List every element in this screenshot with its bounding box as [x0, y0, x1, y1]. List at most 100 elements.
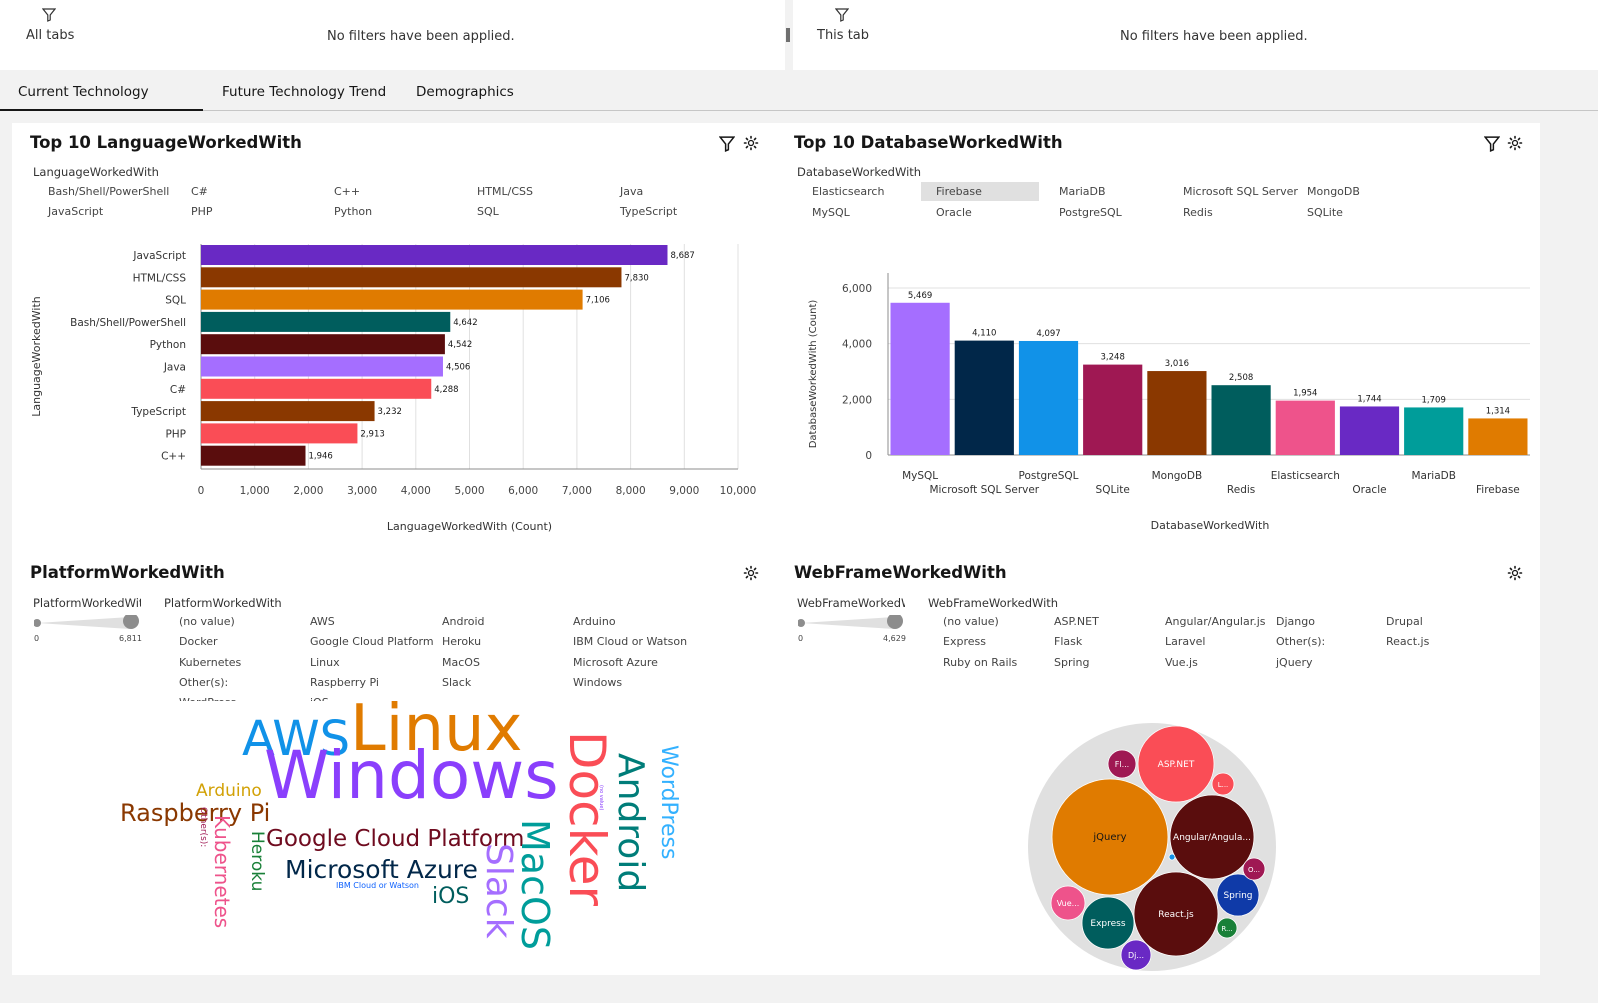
this-tab-filter-bar: This tab No filters have been applied. — [793, 0, 1598, 70]
bar[interactable] — [1211, 385, 1271, 455]
word-cloud-term[interactable]: Other(s): — [198, 807, 208, 847]
platform-legend-item[interactable]: Linux — [310, 656, 340, 669]
all-tabs-filter-bar: All tabs No filters have been applied. — [0, 0, 785, 70]
data-label: 3,248 — [1101, 353, 1125, 363]
slider-min-handle — [797, 619, 805, 627]
filter-icon[interactable] — [42, 8, 56, 22]
x-tick-label: MongoDB — [1152, 470, 1203, 482]
data-label: 4,110 — [972, 329, 996, 339]
bubble-label: O... — [1248, 866, 1260, 874]
bubble-label: L... — [1218, 781, 1229, 789]
bar[interactable] — [1147, 371, 1207, 455]
webframe-legend-item[interactable]: Angular/Angular.js — [1165, 615, 1266, 628]
filter-divider-handle[interactable] — [786, 28, 790, 42]
webframe-legend-item[interactable]: Flask — [1054, 635, 1082, 648]
database-legend-item[interactable]: Redis — [1183, 206, 1213, 219]
webframe-legend-item[interactable]: Laravel — [1165, 635, 1205, 648]
database-legend-item[interactable]: Oracle — [936, 206, 972, 219]
x-tick-label: Microsoft SQL Server — [929, 484, 1039, 496]
platform-legend-item[interactable]: (no value) — [179, 615, 235, 628]
data-label: 1,709 — [1422, 395, 1446, 405]
platform-legend-item[interactable]: Arduino — [573, 615, 616, 628]
platform-legend-item[interactable]: Heroku — [442, 635, 481, 648]
bar[interactable] — [1018, 340, 1079, 455]
filter-icon[interactable] — [1484, 136, 1500, 152]
word-cloud-term[interactable]: (no value) — [598, 785, 604, 810]
word-cloud-term[interactable]: Microsoft Azure — [285, 857, 478, 882]
platform-legend-item[interactable]: Other(s): — [179, 676, 228, 689]
webframe-legend-item[interactable]: ASP.NET — [1054, 615, 1099, 628]
platform-legend-item[interactable]: iOS — [310, 696, 329, 701]
database-legend-item[interactable]: Elasticsearch — [812, 185, 884, 198]
webframe-legend-item[interactable]: (no value) — [943, 615, 999, 628]
database-legend-item[interactable]: PostgreSQL — [1059, 206, 1122, 219]
platform-legend-item[interactable]: WordPress — [179, 696, 236, 701]
bar[interactable] — [1339, 406, 1400, 455]
platform-legend-item[interactable]: Raspberry Pi — [310, 676, 379, 689]
word-cloud-term[interactable]: MacOS — [513, 819, 557, 950]
database-legend-item[interactable]: MongoDB — [1307, 185, 1360, 198]
word-cloud-term[interactable]: Heroku — [247, 831, 267, 891]
platform-legend-item[interactable]: Windows — [573, 676, 622, 689]
word-cloud-term[interactable]: Slack — [478, 843, 519, 939]
platform-legend: (no value) AWS Android Arduino Docker Google … — [12, 123, 772, 701]
webframe-legend-item[interactable]: Django — [1276, 615, 1315, 628]
word-cloud-term[interactable]: Windows — [264, 743, 559, 809]
word-cloud-term[interactable]: WordPress — [656, 745, 681, 859]
database-legend-item[interactable]: MariaDB — [1059, 185, 1106, 198]
webframe-legend-item[interactable]: Ruby on Rails — [943, 656, 1017, 669]
y-tick-label: 4,000 — [842, 339, 872, 351]
database-widget-title: Top 10 DatabaseWorkedWith — [794, 133, 1063, 152]
all-tabs-label: All tabs — [26, 28, 75, 43]
platform-legend-item[interactable]: Android — [442, 615, 485, 628]
webframe-legend-item[interactable]: Other(s): — [1276, 635, 1325, 648]
filter-icon[interactable] — [835, 8, 849, 22]
platform-legend-item[interactable]: IBM Cloud or Watson — [573, 635, 687, 648]
bar[interactable] — [954, 340, 1014, 455]
database-legend-item[interactable]: SQLite — [1307, 206, 1343, 219]
bubble-label: Express — [1090, 919, 1125, 929]
word-cloud-term[interactable]: IBM Cloud or Watson — [336, 882, 419, 890]
bubble[interactable] — [1168, 853, 1176, 861]
this-tab-message: No filters have been applied. — [1120, 29, 1308, 44]
database-legend-item[interactable]: Firebase — [921, 182, 1039, 201]
platform-legend-item[interactable]: Docker — [179, 635, 218, 648]
webframe-legend-item[interactable]: Vue.js — [1165, 656, 1198, 669]
database-legend-item[interactable]: MySQL — [812, 206, 850, 219]
word-cloud-term[interactable]: Raspberry Pi — [120, 801, 270, 825]
word-cloud-term[interactable]: Docker — [558, 731, 616, 906]
settings-icon[interactable] — [1507, 565, 1523, 581]
platform-legend-item[interactable]: Kubernetes — [179, 656, 241, 669]
bar[interactable] — [890, 302, 950, 455]
platform-legend-item[interactable]: Slack — [442, 676, 471, 689]
word-cloud-term[interactable]: Kubernetes — [210, 815, 234, 928]
tab-future-technology-trend[interactable]: Future Technology Trend — [222, 71, 386, 111]
bar[interactable] — [1083, 364, 1143, 455]
bar[interactable] — [1468, 418, 1528, 455]
word-cloud-term[interactable]: iOS — [432, 886, 469, 908]
bar[interactable] — [1404, 407, 1464, 455]
webframe-slider-title: WebFrameWorkedW — [797, 596, 905, 610]
database-legend-title: DatabaseWorkedWith — [797, 165, 922, 179]
webframe-legend-item[interactable]: Spring — [1054, 656, 1090, 669]
platform-legend-item[interactable]: AWS — [310, 615, 335, 628]
webframe-legend-item[interactable]: Drupal — [1386, 615, 1423, 628]
platform-legend-item[interactable]: Google Cloud Platform — [310, 635, 434, 648]
data-label: 5,469 — [908, 291, 932, 301]
tab-current-technology-usage[interactable]: Current Technology Usage — [0, 71, 203, 142]
webframe-range-slider[interactable] — [797, 613, 908, 635]
webframe-legend-item[interactable]: Express — [943, 635, 986, 648]
platform-legend-item[interactable]: Microsoft Azure — [573, 656, 658, 669]
bar[interactable] — [1275, 400, 1335, 455]
x-tick-label: SQLite — [1096, 484, 1130, 496]
webframe-legend-item[interactable]: jQuery — [1276, 656, 1313, 669]
settings-icon[interactable] — [1507, 135, 1523, 151]
tab-bar: Current Technology Usage Future Technolo… — [0, 71, 1598, 142]
word-cloud-term[interactable]: Arduino — [196, 783, 262, 800]
webframe-widget-title: WebFrameWorkedWith — [794, 563, 1007, 582]
tab-demographics[interactable]: Demographics — [416, 71, 514, 111]
webframe-legend-item[interactable]: React.js — [1386, 635, 1429, 648]
database-legend-item[interactable]: Microsoft SQL Server — [1183, 185, 1298, 198]
word-cloud-term[interactable]: Android — [610, 753, 651, 892]
platform-legend-item[interactable]: MacOS — [442, 656, 480, 669]
